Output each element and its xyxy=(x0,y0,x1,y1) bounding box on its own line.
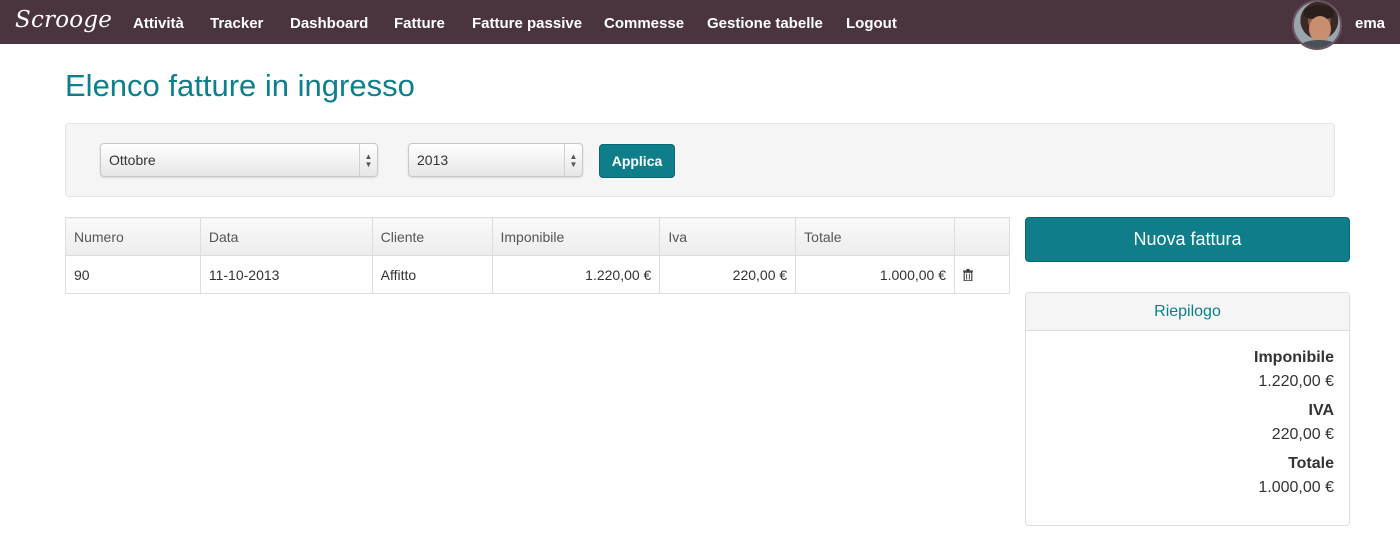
table-row[interactable]: 90 11-10-2013 Affitto 1.220,00 € 220,00 … xyxy=(65,255,1010,294)
summary-panel: Riepilogo Imponibile 1.220,00 € IVA 220,… xyxy=(1025,292,1350,526)
header-data[interactable]: Data xyxy=(199,217,373,256)
summary-iva-value: 220,00 € xyxy=(1271,426,1334,443)
select-arrows-icon: ▲ ▼ xyxy=(564,144,582,176)
summary-body: Imponibile 1.220,00 € IVA 220,00 € Total… xyxy=(1026,331,1349,500)
nav-item-fatture-passive[interactable]: Fatture passive xyxy=(472,0,582,44)
header-numero[interactable]: Numero xyxy=(65,217,201,256)
new-invoice-button[interactable]: Nuova fattura xyxy=(1025,217,1350,262)
cell-totale: 1.000,00 € xyxy=(795,255,955,294)
nav-item-tracker[interactable]: Tracker xyxy=(210,0,263,44)
summary-totale-value: 1.000,00 € xyxy=(1258,479,1334,496)
cell-iva: 220,00 € xyxy=(659,255,797,294)
select-arrows-icon: ▲ ▼ xyxy=(359,144,377,176)
nav-item-dashboard[interactable]: Dashboard xyxy=(290,0,368,44)
filter-panel: Ottobre ▲ ▼ 2013 ▲ ▼ Applica xyxy=(65,123,1335,197)
summary-totale-label: Totale xyxy=(1288,455,1334,472)
avatar-shirt xyxy=(1298,40,1340,48)
nav-item-gestione-tabelle[interactable]: Gestione tabelle xyxy=(707,0,823,44)
month-select[interactable]: Ottobre ▲ ▼ xyxy=(100,143,378,177)
brand-logo[interactable]: Scrooge xyxy=(15,7,112,33)
header-totale[interactable]: Totale xyxy=(795,217,955,256)
apply-button[interactable]: Applica xyxy=(599,144,675,178)
nav-item-fatture[interactable]: Fatture xyxy=(394,0,445,44)
cell-imponibile: 1.220,00 € xyxy=(491,255,661,294)
nav-item-logout[interactable]: Logout xyxy=(846,0,897,44)
user-name[interactable]: ema xyxy=(1355,0,1385,44)
nav-item-commesse[interactable]: Commesse xyxy=(604,0,684,44)
nav-item-attivita[interactable]: Attività xyxy=(133,0,184,44)
summary-imponibile-label: Imponibile xyxy=(1254,349,1334,366)
summary-iva-label: IVA xyxy=(1308,402,1334,419)
page-title: Elenco fatture in ingresso xyxy=(65,68,415,103)
header-actions xyxy=(954,217,1010,256)
year-select-value: 2013 xyxy=(417,152,449,168)
year-select[interactable]: 2013 ▲ ▼ xyxy=(408,143,583,177)
trash-icon[interactable] xyxy=(963,268,973,281)
month-select-value: Ottobre xyxy=(109,152,156,168)
table-header-row: Numero Data Cliente Imponibile Iva Total… xyxy=(65,217,1010,256)
cell-cliente: Affitto xyxy=(371,255,493,294)
invoice-table: Numero Data Cliente Imponibile Iva Total… xyxy=(65,217,1010,294)
header-cliente[interactable]: Cliente xyxy=(371,217,493,256)
top-navbar: Scrooge Attività Tracker Dashboard Fattu… xyxy=(0,0,1400,50)
avatar-face xyxy=(1309,16,1331,42)
cell-data: 11-10-2013 xyxy=(199,255,373,294)
summary-imponibile-value: 1.220,00 € xyxy=(1258,373,1334,390)
header-imponibile[interactable]: Imponibile xyxy=(491,217,661,256)
cell-numero: 90 xyxy=(65,255,201,294)
header-iva[interactable]: Iva xyxy=(659,217,797,256)
summary-title: Riepilogo xyxy=(1026,293,1349,331)
cell-actions xyxy=(954,255,1010,294)
user-avatar[interactable] xyxy=(1292,0,1342,50)
